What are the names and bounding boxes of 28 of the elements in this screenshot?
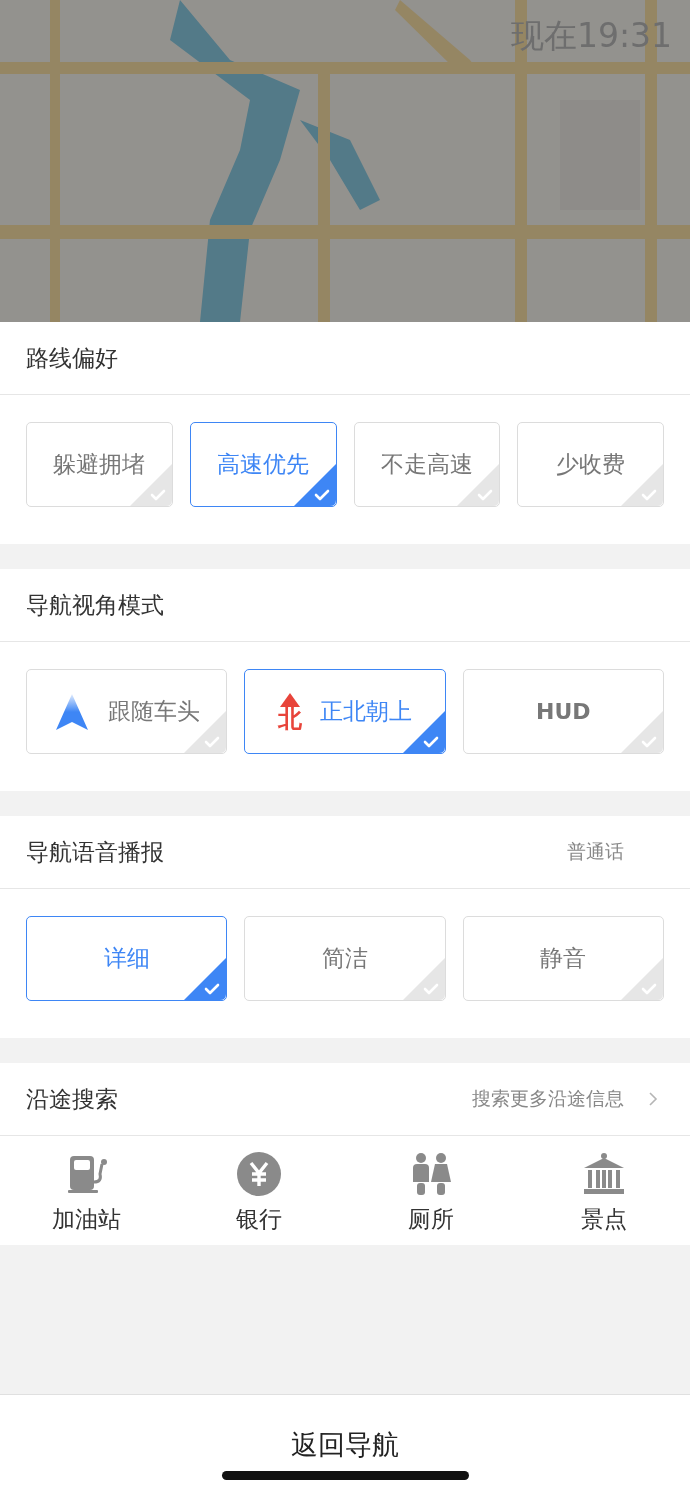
option-button[interactable]: HUD [462,669,664,754]
section-title: 沿途搜索 [26,1084,118,1114]
option-button[interactable]: 躲避拥堵 [26,422,173,507]
option-button[interactable]: 高速优先 [189,422,337,507]
category-item[interactable]: 景点 [517,1152,690,1235]
selected-check-icon [184,958,227,1000]
option-button[interactable]: 北 正北朝上 [244,669,446,754]
more-link[interactable]: 搜索更多沿途信息 [472,1086,658,1112]
section-title: 导航视角模式 [26,590,164,620]
option-button[interactable]: 简洁 [244,916,446,1001]
category-item[interactable]: 银行 [172,1152,345,1235]
category-item[interactable]: 加油站 [0,1152,173,1235]
chevron-icon [648,1091,658,1107]
section-title: 导航语音播报 [26,837,164,867]
museum-icon [581,1152,626,1196]
option-button[interactable]: 静音 [462,916,664,1001]
category-item[interactable]: 厕所 [345,1152,518,1235]
check-icon [402,958,445,1000]
option-button[interactable]: 详细 [26,916,228,1001]
check-icon [621,958,663,1000]
yen-coin-icon [236,1152,281,1196]
voice-option-link[interactable]: 普通话 [567,839,624,865]
option-button[interactable]: 少收费 [517,422,664,507]
back-button[interactable]: 返回导航 [287,1427,403,1463]
option-button[interactable]: 跟随车头 [26,669,228,754]
section-title: 路线偏好 [26,343,118,373]
option-button[interactable]: 不走高速 [353,422,501,507]
check-icon [621,711,663,753]
